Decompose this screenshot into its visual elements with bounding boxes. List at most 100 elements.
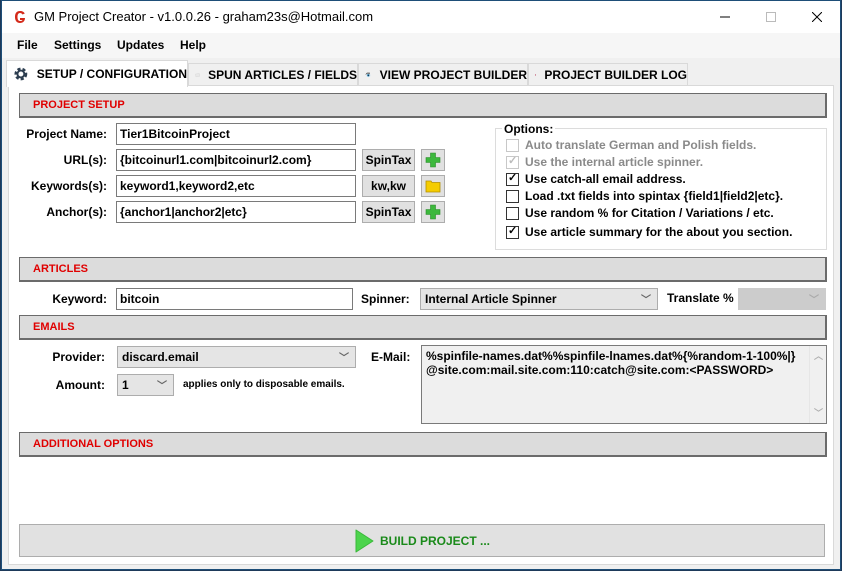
options-group: Options: Auto translate German and Polis… [495,122,827,250]
log-file-icon [535,73,537,76]
project-setup-header: PROJECT SETUP [19,93,827,118]
articles-header: ARTICLES [19,257,827,282]
app-window: GM Project Creator - v1.0.0.26 - graham2… [1,0,841,570]
setup-panel: PROJECT SETUP Project Name: Tier1Bitcoin… [8,85,834,565]
provider-value: discard.email [122,350,199,364]
tab-view-project-builder[interactable]: VIEW PROJECT BUILDER [358,63,528,85]
amount-value: 1 [122,378,129,392]
plus-icon [425,204,441,220]
keyword-label: Keyword: [52,292,107,306]
anchors-label: Anchor(s): [46,205,107,219]
chevron-down-icon: ﹀ [157,381,167,392]
tab-spun-articles-fields[interactable]: SPUN ARTICLES / FIELDS [188,63,358,85]
translate-label: Translate % [667,291,734,305]
window-title: GM Project Creator - v1.0.0.26 - graham2… [34,9,374,24]
tab-bar: SETUP / CONFIGURATION SPUN ARTICLES / FI… [2,58,840,87]
urls-input[interactable]: {bitcoinurl1.com|bitcoinurl2.com} [116,149,356,171]
spinner-label: Spinner: [361,292,410,306]
chevron-down-icon: ﹀ [641,295,651,306]
scroll-up-icon[interactable]: ︿ [814,349,823,363]
provider-select[interactable]: discard.email ﹀ [117,346,356,368]
eye-icon [365,71,371,77]
option-internal-spinner[interactable]: ✓ Use the internal article spinner. [506,155,703,169]
scrollbar[interactable]: ︿ ﹀ [809,346,826,423]
minimize-button[interactable] [702,1,748,33]
project-name-input[interactable]: Tier1BitcoinProject [116,123,356,145]
keywords-open-file-button[interactable] [421,175,445,197]
urls-add-button[interactable] [421,149,445,171]
option-label: Use random % for Citation / Variations /… [525,206,774,220]
build-project-button[interactable]: BUILD PROJECT ... [19,524,825,557]
option-load-txt-fields[interactable]: Load .txt fields into spintax {field1|fi… [506,189,783,203]
gear-icon [14,67,28,81]
tab-label: VIEW PROJECT BUILDER [379,67,527,82]
menu-bar: File Settings Updates Help [2,33,840,58]
translate-percent-select[interactable]: ﹀ [738,288,826,310]
amount-label: Amount: [55,378,105,392]
minimize-icon [720,16,730,18]
build-project-label: BUILD PROJECT ... [379,533,490,548]
option-label: Load .txt fields into spintax {field1|fi… [525,189,784,203]
chevron-down-icon: ﹀ [809,295,819,306]
menu-updates[interactable]: Updates [117,38,164,52]
option-auto-translate[interactable]: Auto translate German and Polish fields. [506,138,756,152]
amount-note: applies only to disposable emails. [183,379,345,390]
keywords-label: Keywords(s): [30,179,107,193]
checkbox[interactable]: ✓ [506,224,519,239]
emails-header: EMAILS [19,315,827,340]
options-legend: Options: [502,122,556,136]
scroll-down-icon[interactable]: ﹀ [814,406,823,420]
option-label: Use catch-all email address. [525,172,686,186]
folder-icon [425,180,441,193]
anchors-add-button[interactable] [421,201,445,223]
project-name-label: Project Name: [26,127,107,141]
anchors-input[interactable]: {anchor1|anchor2|etc} [116,201,356,223]
anchors-spintax-button[interactable]: SpinTax [362,201,415,223]
maximize-button[interactable] [748,1,794,33]
provider-label: Provider: [52,350,105,364]
checkmark-icon: ✓ [508,224,518,237]
amount-select[interactable]: 1 ﹀ [117,374,174,396]
urls-label: URL(s): [63,153,107,167]
urls-spintax-button[interactable]: SpinTax [362,149,415,171]
close-button[interactable] [794,1,840,33]
menu-settings[interactable]: Settings [54,38,101,52]
article-keyword-input[interactable]: bitcoin [116,288,353,310]
option-label: Use article summary for the about you se… [525,225,793,239]
menu-help[interactable]: Help [180,38,206,52]
tab-label: SPUN ARTICLES / FIELDS [208,67,357,82]
option-article-summary[interactable]: ✓ Use article summary for the about you … [506,225,792,239]
option-label: Use the internal article spinner. [525,155,704,169]
option-random-percent[interactable]: Use random % for Citation / Variations /… [506,206,774,220]
maximize-icon [766,12,776,22]
spinner-value: Internal Article Spinner [425,292,557,306]
checkbox[interactable] [506,206,519,220]
checkmark-icon: ✓ [508,154,518,167]
email-line-2: @site.com:mail.site.com:110:catch@site.c… [426,363,774,377]
tab-label: PROJECT BUILDER LOG [544,67,687,82]
email-label: E-Mail: [371,350,411,364]
play-icon [355,529,374,552]
tab-label: SETUP / CONFIGURATION [36,67,187,81]
tab-project-builder-log[interactable]: PROJECT BUILDER LOG [528,63,688,85]
menu-file[interactable]: File [17,38,38,52]
keywords-input[interactable]: keyword1,keyword2,etc [116,175,356,197]
email-line-1: %spinfile-names.dat%%spinfile-lnames.dat… [426,349,796,363]
checkbox[interactable] [506,138,519,152]
plus-icon [425,152,441,168]
title-bar: GM Project Creator - v1.0.0.26 - graham2… [2,1,840,33]
email-template-textarea[interactable]: %spinfile-names.dat%%spinfile-lnames.dat… [421,345,827,424]
spinner-select[interactable]: Internal Article Spinner ﹀ [420,288,658,310]
option-label: Auto translate German and Polish fields. [525,138,757,152]
checkmark-icon: ✓ [508,171,518,184]
tab-setup-configuration[interactable]: SETUP / CONFIGURATION [6,60,188,87]
checkbox[interactable]: ✓ [506,154,519,169]
option-catch-all-email[interactable]: ✓ Use catch-all email address. [506,172,686,186]
keywords-format-button[interactable]: kw,kw [362,175,415,197]
chevron-down-icon: ﹀ [339,353,349,364]
checkbox[interactable]: ✓ [506,171,519,186]
document-icon [195,72,200,77]
additional-options-header: ADDITIONAL OPTIONS [19,432,827,457]
checkbox[interactable] [506,189,519,203]
app-logo-icon [15,11,25,23]
